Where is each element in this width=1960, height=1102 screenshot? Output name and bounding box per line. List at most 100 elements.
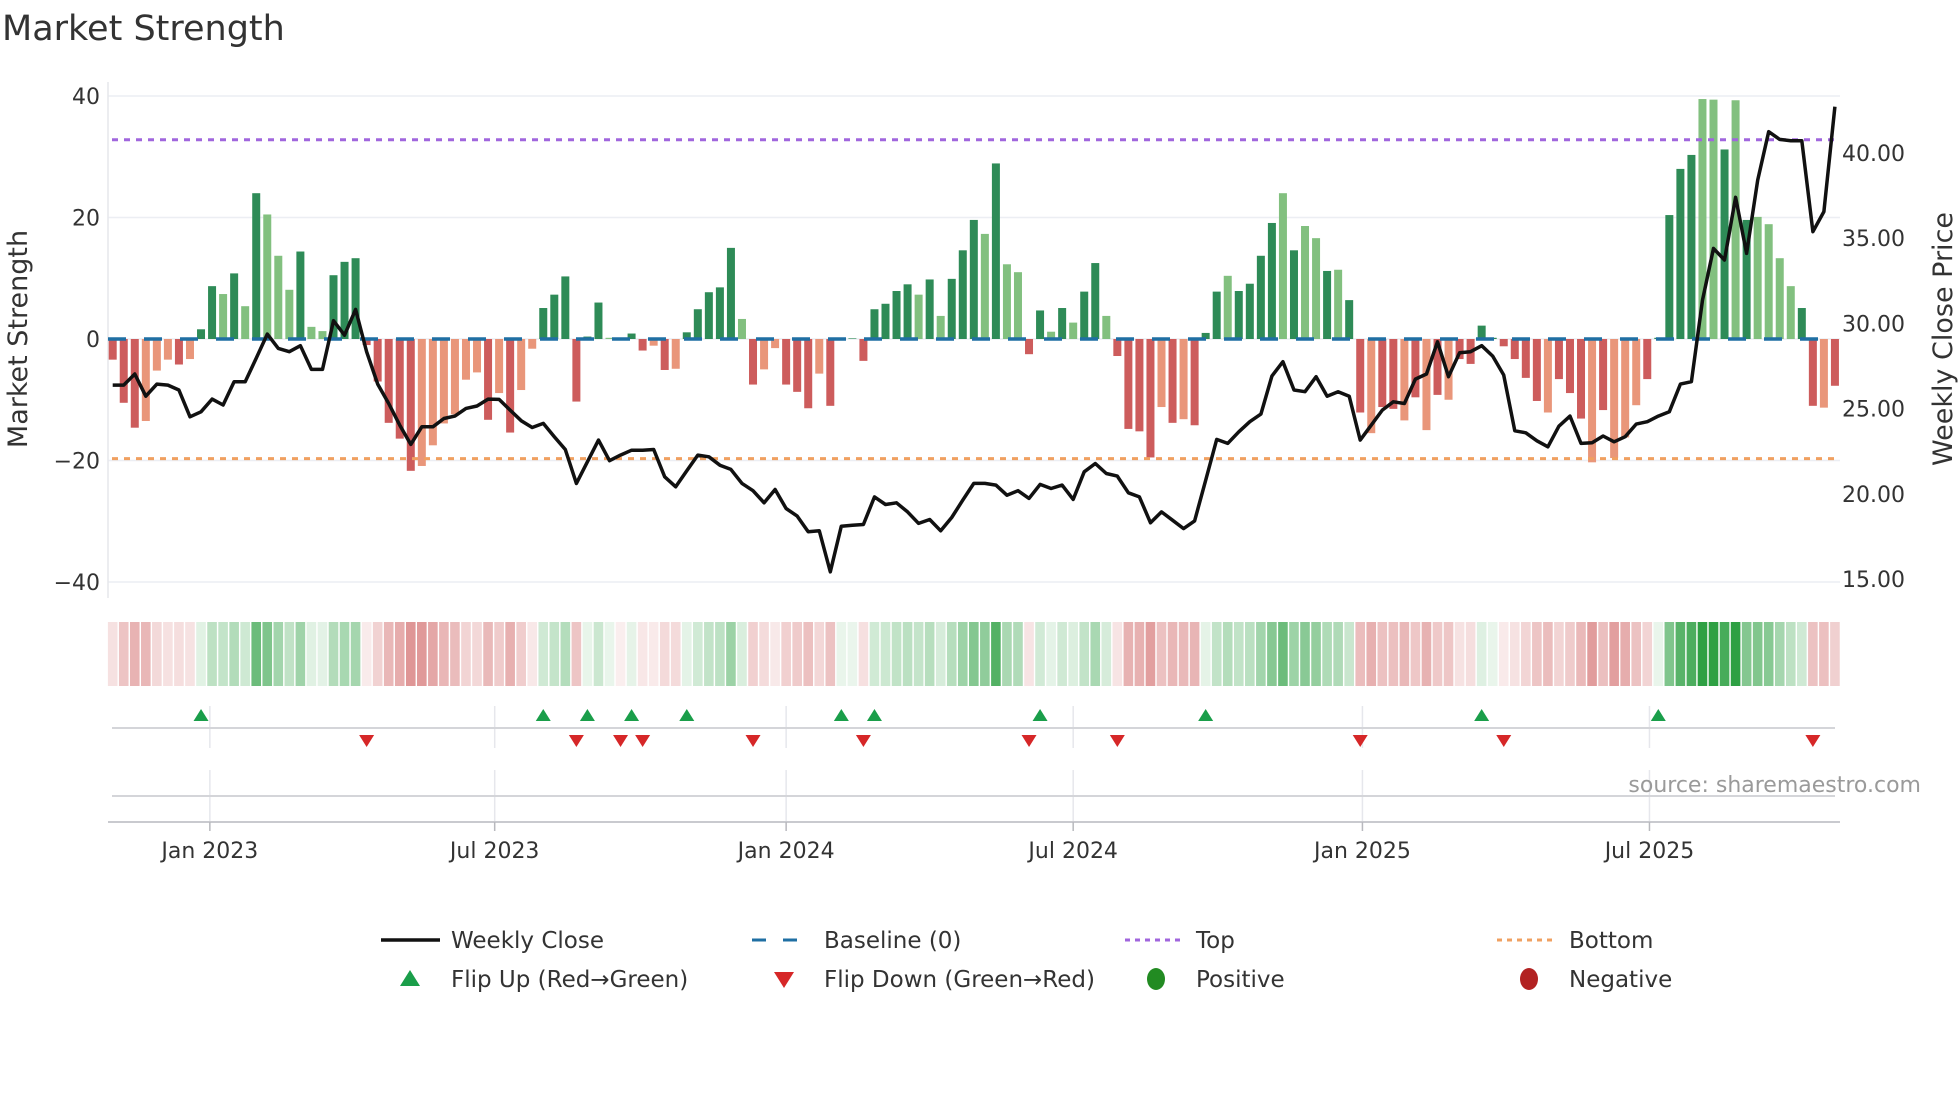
strip-cell xyxy=(637,622,648,686)
positive-bar xyxy=(1256,255,1265,339)
positive-bar xyxy=(230,273,239,339)
strip-cell xyxy=(1399,622,1410,686)
strip-cell xyxy=(428,622,438,686)
strip-cell xyxy=(118,622,129,686)
positive-bar xyxy=(1102,315,1111,339)
negative-bar xyxy=(1532,339,1541,401)
legend-item-bottom[interactable]: Bottom xyxy=(1497,928,1653,954)
y-tick-label: 40 xyxy=(72,85,100,110)
strip-cell xyxy=(1521,622,1531,686)
strip-cell xyxy=(1200,622,1211,686)
negative-bar xyxy=(1146,339,1155,458)
negative-bar xyxy=(1400,339,1409,421)
positive-bar xyxy=(870,309,879,339)
strip-cell xyxy=(262,622,273,686)
negative-bar xyxy=(417,339,426,466)
y-tick-label: −40 xyxy=(54,571,100,596)
flip-down-marker xyxy=(1021,735,1037,747)
x-tick-label: Jul 2025 xyxy=(1603,839,1695,864)
strip-cell xyxy=(328,622,339,686)
negative-bar xyxy=(406,339,415,471)
strip-cell xyxy=(1808,622,1818,686)
strip-cell xyxy=(1101,622,1112,686)
market-strength-chart: Market Strength 40 20 0 −20 −40 40.00 35.00 30… xyxy=(2,9,1959,993)
strip-cell xyxy=(516,622,526,686)
legend-item-flip-down[interactable]: Flip Down (Green→Red) xyxy=(774,967,1095,993)
legend-label: Top xyxy=(1195,928,1235,954)
positive-bar xyxy=(241,306,250,339)
flip-up-marker xyxy=(193,709,209,721)
strip-cell xyxy=(1432,622,1443,686)
strip-cell xyxy=(1532,622,1542,686)
strip-cell xyxy=(273,622,284,686)
positive-bar xyxy=(208,286,217,339)
strip-cell xyxy=(1377,622,1388,686)
positive-bar xyxy=(1764,224,1773,339)
positive-bar xyxy=(1676,168,1685,339)
strip-cell xyxy=(1763,622,1774,686)
strip-cell xyxy=(229,622,239,686)
strip-cell xyxy=(1509,622,1520,686)
strip-cell xyxy=(1730,622,1741,686)
strip-cell xyxy=(461,622,471,686)
strip-cell xyxy=(1465,622,1476,686)
legend-item-top[interactable]: Top xyxy=(1125,928,1235,954)
negative-bar xyxy=(1179,339,1188,420)
strip-cell xyxy=(946,622,957,686)
strip-cell xyxy=(1653,622,1664,686)
strip-cell xyxy=(1487,622,1498,686)
negative-bar xyxy=(484,339,493,420)
positive-bar xyxy=(1002,264,1011,339)
strip-cell xyxy=(383,622,394,686)
strip-cell xyxy=(1333,622,1343,686)
circle-icon xyxy=(1520,968,1538,990)
strip-cell xyxy=(726,622,736,686)
positive-bar xyxy=(1775,258,1784,339)
strip-cell xyxy=(1752,622,1763,686)
positive-bar xyxy=(1245,283,1254,339)
negative-bar xyxy=(1565,339,1574,394)
positive-bar xyxy=(903,284,912,339)
strip-cell xyxy=(626,622,637,686)
legend-item-positive[interactable]: Positive xyxy=(1147,967,1285,993)
strip-cell xyxy=(306,622,317,686)
flip-down-marker xyxy=(1805,735,1821,747)
strip-cell xyxy=(1819,622,1829,686)
positive-bar xyxy=(737,318,746,339)
strip-cell xyxy=(814,622,825,686)
legend-item-flip-up[interactable]: Flip Up (Red→Green) xyxy=(400,967,688,993)
strip-cell xyxy=(1289,622,1299,686)
positive-bar xyxy=(1069,322,1078,339)
negative-bar xyxy=(1499,339,1508,347)
strip-cell xyxy=(1443,622,1454,686)
y2-tick-label: 30.00 xyxy=(1842,312,1905,337)
triangle-up-icon xyxy=(400,970,420,986)
strip-cell xyxy=(505,622,515,686)
strip-cell xyxy=(1344,622,1354,686)
strip-cell xyxy=(1090,622,1101,686)
flip-up-marker xyxy=(535,709,551,721)
positive-bar xyxy=(1334,269,1343,339)
strip-cell xyxy=(1686,622,1697,686)
strip-cell xyxy=(350,622,361,686)
strip-cell xyxy=(604,622,615,686)
x-tick-labels: Jan 2023 Jul 2023 Jan 2024 Jul 2024 Jan 2025… xyxy=(159,822,1694,864)
negative-bar xyxy=(1168,339,1177,423)
x-tick-label: Jan 2023 xyxy=(159,839,258,864)
strip-cell xyxy=(439,622,449,686)
positive-bar xyxy=(1753,216,1762,339)
strip-cell xyxy=(1421,622,1432,686)
legend-label: Flip Down (Green→Red) xyxy=(824,967,1095,993)
triangle-down-icon xyxy=(774,972,794,988)
strip-cell xyxy=(803,622,814,686)
positive-bar xyxy=(848,338,857,339)
strip-cell xyxy=(1366,622,1377,686)
strip-cell xyxy=(1123,622,1134,686)
legend-item-negative[interactable]: Negative xyxy=(1520,967,1672,993)
strip-cell xyxy=(781,622,791,686)
legend-item-baseline[interactable]: Baseline (0) xyxy=(752,928,961,954)
y2-tick-label: 40.00 xyxy=(1842,142,1905,167)
right-y-tick-labels: 40.00 35.00 30.00 25.00 20.00 15.00 xyxy=(1842,142,1905,593)
negative-bar xyxy=(1025,339,1034,355)
legend-item-weekly-close[interactable]: Weekly Close xyxy=(381,928,604,954)
